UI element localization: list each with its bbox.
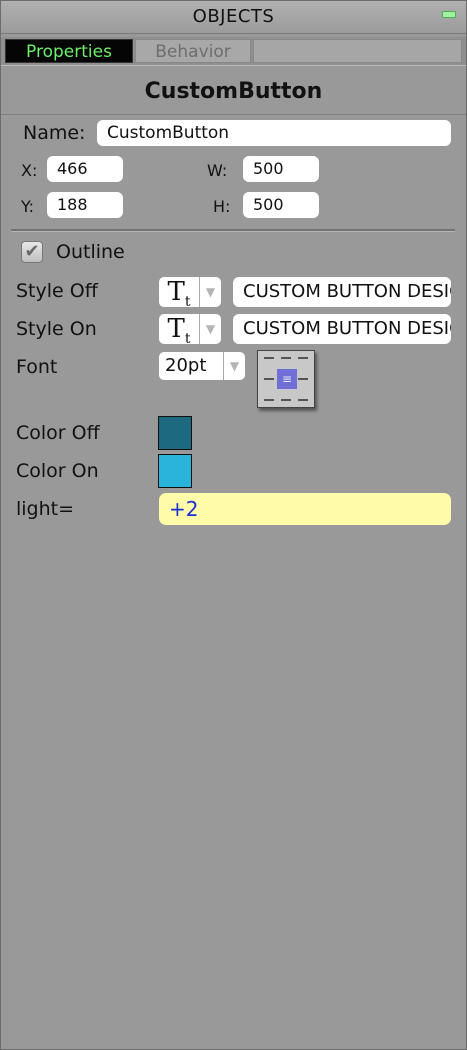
color-on-swatch[interactable] [158, 454, 192, 488]
align-top-center[interactable] [281, 357, 291, 359]
color-off-swatch[interactable] [158, 416, 192, 450]
w-field[interactable]: 500 [243, 156, 319, 182]
object-type-title: CustomButton [1, 65, 466, 115]
x-field[interactable]: 466 [47, 156, 123, 182]
style-on-label: Style On [16, 318, 97, 340]
text-style-icon[interactable]: Tt [159, 314, 199, 347]
tab-behavior[interactable]: Behavior [135, 39, 251, 63]
chevron-down-icon[interactable]: ▼ [199, 277, 221, 307]
h-field[interactable]: 500 [243, 192, 319, 218]
light-expression-field[interactable]: +2 [159, 493, 451, 525]
x-label: X: [21, 161, 38, 180]
tab-bar: Properties Behavior [1, 37, 466, 65]
collapse-icon[interactable] [442, 11, 456, 18]
color-off-label: Color Off [16, 422, 100, 444]
tab-properties[interactable]: Properties [5, 39, 133, 63]
text-align-grid[interactable]: ≡ [257, 350, 315, 408]
h-label: H: [213, 197, 231, 216]
style-on-field[interactable]: CUSTOM BUTTON DESIGN [233, 314, 451, 344]
name-field[interactable]: CustomButton [97, 120, 451, 146]
align-top-right[interactable] [298, 357, 308, 359]
chevron-down-icon[interactable]: ▼ [223, 352, 245, 380]
color-on-label: Color On [16, 460, 99, 482]
panel-titlebar: OBJECTS [1, 1, 466, 34]
align-top-left[interactable] [264, 357, 274, 359]
panel-title: OBJECTS [192, 6, 275, 27]
light-label: light= [16, 498, 75, 520]
align-bottom-right[interactable] [298, 399, 308, 401]
align-middle-left[interactable] [264, 378, 274, 380]
outline-label: Outline [56, 241, 125, 263]
align-bottom-center[interactable] [281, 399, 291, 401]
align-middle-right[interactable] [298, 378, 308, 380]
font-label: Font [16, 356, 58, 378]
chevron-down-icon[interactable]: ▼ [199, 314, 221, 344]
align-bottom-left[interactable] [264, 399, 274, 401]
outline-checkbox[interactable]: ✔ [21, 241, 43, 263]
align-center-icon[interactable]: ≡ [277, 369, 297, 389]
name-label: Name: [23, 122, 86, 144]
style-off-label: Style Off [16, 280, 98, 302]
font-size-field[interactable]: 20pt [159, 352, 223, 380]
divider [11, 229, 455, 232]
check-icon: ✔ [24, 241, 40, 262]
objects-panel: OBJECTS Properties Behavior CustomButton… [0, 0, 467, 1050]
style-off-field[interactable]: CUSTOM BUTTON DESIGN [233, 277, 451, 307]
y-label: Y: [21, 197, 35, 216]
y-field[interactable]: 188 [47, 192, 123, 218]
tab-bar-filler [253, 39, 462, 63]
w-label: W: [207, 161, 228, 180]
text-style-icon[interactable]: Tt [159, 277, 199, 310]
